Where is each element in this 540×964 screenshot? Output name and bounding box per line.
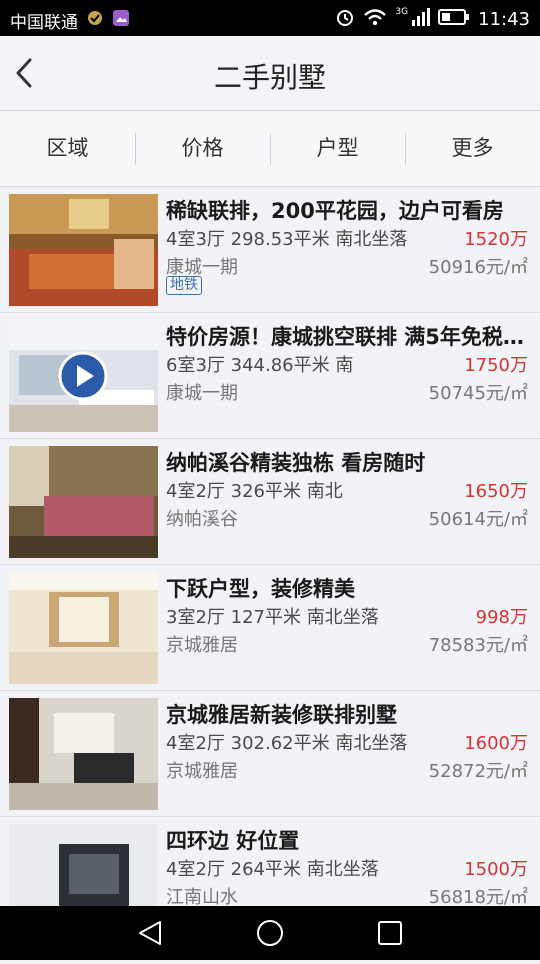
battery-icon [438,8,470,31]
nav-recents-icon[interactable] [378,921,402,945]
listing-item[interactable]: 特价房源！康城挑空联排 满5年免税… 6室3厅 344.86平米 南 1750万… [0,313,540,439]
listing-title: 特价房源！康城挑空联排 满5年免税… [166,325,524,349]
listing-item[interactable]: 京城雅居新装修联排别墅 4室2厅 302.62平米 南北坐落 1600万 京城雅… [0,691,540,817]
nav-home-icon[interactable] [257,920,283,946]
signal-icon [410,7,431,32]
wifi-icon [363,7,387,32]
listing-unit-price: 50614元/㎡ [428,509,528,530]
listing-photo [9,194,158,306]
listing-photo [9,446,158,558]
listing-price: 1520万 [464,229,528,250]
listing-title: 纳帕溪谷精装独栋 看房随时 [166,451,426,475]
gallery-icon [112,9,130,32]
filter-region[interactable]: 区域 [0,111,135,186]
listing-unit-price: 50916元/㎡ [428,257,528,278]
alarm-icon [335,7,355,32]
listing-meta: 3室2厅 127平米 南北坐落 [166,607,379,628]
listing-meta: 6室3厅 344.86平米 南 [166,355,354,376]
network-type-label: 3G [395,6,409,17]
listing-price: 998万 [475,607,528,628]
listing-item[interactable]: 稀缺联排，200平花园，边户可看房 4室3厅 298.53平米 南北坐落 152… [0,187,540,313]
subway-tag: 地铁 [166,276,202,295]
listing-item[interactable]: 下跃户型，装修精美 3室2厅 127平米 南北坐落 998万 京城雅居 7858… [0,565,540,691]
carrier-label: 中国联通 [10,13,78,33]
listing-list: 稀缺联排，200平花园，边户可看房 4室3厅 298.53平米 南北坐落 152… [0,187,540,906]
listing-title: 下跃户型，装修精美 [166,577,355,601]
filter-bar: 区域 价格 户型 更多 [0,111,540,187]
app-header: 二手别墅 [0,36,540,111]
listing-unit-price: 78583元/㎡ [428,635,528,656]
listing-price: 1650万 [464,481,528,502]
listing-price: 1750万 [464,355,528,376]
listing-community: 京城雅居 [166,635,238,656]
listing-item[interactable]: 四环边 好位置 4室2厅 264平米 南北坐落 1500万 江南山水 56818… [0,817,540,906]
notification-icon [86,9,104,32]
listing-meta: 4室2厅 264平米 南北坐落 [166,859,379,880]
status-bar: 中国联通 3G 11:43 [0,0,540,36]
listing-meta: 4室3厅 298.53平米 南北坐落 [166,229,408,250]
listing-photo [9,698,158,810]
listing-photo [9,824,158,906]
listing-meta: 4室2厅 302.62平米 南北坐落 [166,733,408,754]
listing-unit-price: 50745元/㎡ [428,383,528,404]
nav-back-icon[interactable] [139,921,161,945]
listing-community: 京城雅居 [166,761,238,782]
play-video-icon[interactable] [57,350,109,402]
listing-photo [9,572,158,684]
listing-meta: 4室2厅 326平米 南北 [166,481,343,502]
clock: 11:43 [478,9,530,30]
system-nav-bar [0,906,540,960]
page-title: 二手别墅 [213,61,326,94]
listing-community: 江南山水 [166,887,238,906]
listing-title: 四环边 好位置 [166,829,300,853]
listing-item[interactable]: 纳帕溪谷精装独栋 看房随时 4室2厅 326平米 南北 1650万 纳帕溪谷 5… [0,439,540,565]
listing-community: 纳帕溪谷 [166,509,238,530]
listing-photo [9,320,158,432]
filter-layout[interactable]: 户型 [270,111,405,186]
filter-price[interactable]: 价格 [135,111,270,186]
listing-price: 1600万 [464,733,528,754]
listing-community: 康城一期 [166,383,238,404]
listing-title: 稀缺联排，200平花园，边户可看房 [166,199,504,223]
filter-more[interactable]: 更多 [405,111,540,186]
listing-title: 京城雅居新装修联排别墅 [166,703,397,727]
listing-unit-price: 56818元/㎡ [428,887,528,906]
listing-unit-price: 52872元/㎡ [428,761,528,782]
listing-price: 1500万 [464,859,528,880]
